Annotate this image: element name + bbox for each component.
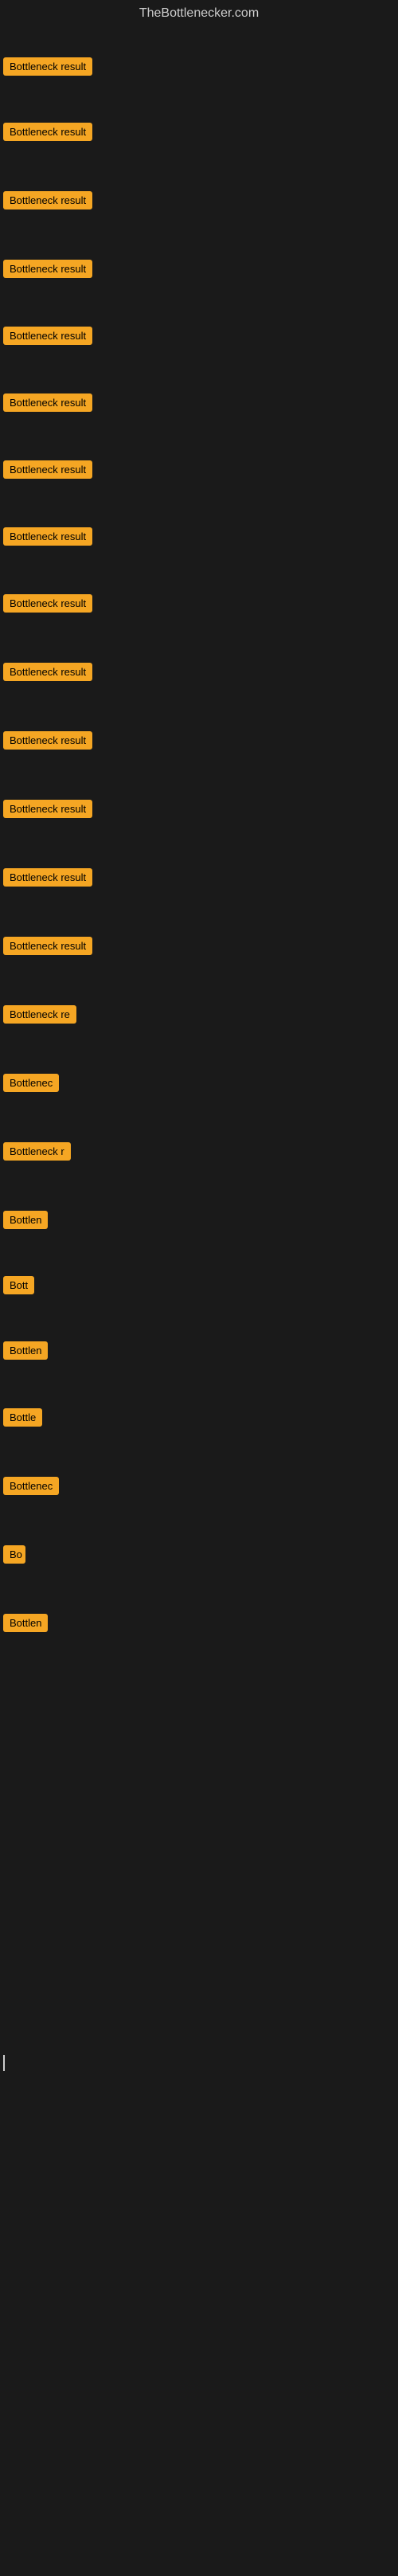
result-row-22: Bottlenec	[0, 1470, 398, 1505]
result-row-23: Bo	[0, 1539, 398, 1574]
bottleneck-label-15[interactable]: Bottleneck re	[3, 1005, 76, 1024]
result-row-4: Bottleneck result	[0, 253, 398, 288]
result-row-24: Bottlen	[0, 1607, 398, 1642]
result-row-7: Bottleneck result	[0, 454, 398, 489]
bottleneck-label-23[interactable]: Bo	[3, 1545, 25, 1564]
bottleneck-label-14[interactable]: Bottleneck result	[3, 937, 92, 955]
result-row-14: Bottleneck result	[0, 930, 398, 965]
bottleneck-label-22[interactable]: Bottlenec	[3, 1477, 59, 1495]
bottleneck-label-13[interactable]: Bottleneck result	[3, 868, 92, 887]
result-row-1: Bottleneck result	[0, 51, 398, 86]
result-row-21: Bottle	[0, 1402, 398, 1437]
cursor-line	[3, 2055, 5, 2071]
bottleneck-label-19[interactable]: Bott	[3, 1276, 34, 1294]
result-row-11: Bottleneck result	[0, 725, 398, 760]
bottleneck-label-9[interactable]: Bottleneck result	[3, 594, 92, 613]
bottleneck-label-3[interactable]: Bottleneck result	[3, 191, 92, 209]
result-row-2: Bottleneck result	[0, 116, 398, 151]
bottleneck-label-1[interactable]: Bottleneck result	[3, 57, 92, 76]
bottleneck-label-21[interactable]: Bottle	[3, 1408, 42, 1427]
result-row-10: Bottleneck result	[0, 656, 398, 691]
bottleneck-label-12[interactable]: Bottleneck result	[3, 800, 92, 818]
bottleneck-label-24[interactable]: Bottlen	[3, 1614, 48, 1632]
result-row-3: Bottleneck result	[0, 185, 398, 220]
bottleneck-label-17[interactable]: Bottleneck r	[3, 1142, 71, 1161]
result-row-5: Bottleneck result	[0, 320, 398, 355]
result-row-18: Bottlen	[0, 1204, 398, 1239]
result-row-13: Bottleneck result	[0, 862, 398, 897]
bottleneck-label-7[interactable]: Bottleneck result	[3, 460, 92, 479]
bottleneck-label-4[interactable]: Bottleneck result	[3, 260, 92, 278]
result-row-6: Bottleneck result	[0, 387, 398, 422]
site-title: TheBottlenecker.com	[0, 0, 398, 27]
result-row-20: Bottlen	[0, 1335, 398, 1370]
bottleneck-label-16[interactable]: Bottlenec	[3, 1074, 59, 1092]
result-row-9: Bottleneck result	[0, 588, 398, 623]
result-row-8: Bottleneck result	[0, 521, 398, 556]
bottleneck-label-5[interactable]: Bottleneck result	[3, 327, 92, 345]
bottleneck-label-8[interactable]: Bottleneck result	[3, 527, 92, 546]
bottleneck-label-6[interactable]: Bottleneck result	[3, 393, 92, 412]
bottleneck-label-20[interactable]: Bottlen	[3, 1341, 48, 1360]
result-row-17: Bottleneck r	[0, 1136, 398, 1171]
bottleneck-label-11[interactable]: Bottleneck result	[3, 731, 92, 750]
bottleneck-label-10[interactable]: Bottleneck result	[3, 663, 92, 681]
result-row-15: Bottleneck re	[0, 999, 398, 1034]
result-row-12: Bottleneck result	[0, 793, 398, 828]
bottleneck-label-2[interactable]: Bottleneck result	[3, 123, 92, 141]
result-row-16: Bottlenec	[0, 1067, 398, 1102]
result-row-19: Bott	[0, 1270, 398, 1305]
bottleneck-label-18[interactable]: Bottlen	[3, 1211, 48, 1229]
